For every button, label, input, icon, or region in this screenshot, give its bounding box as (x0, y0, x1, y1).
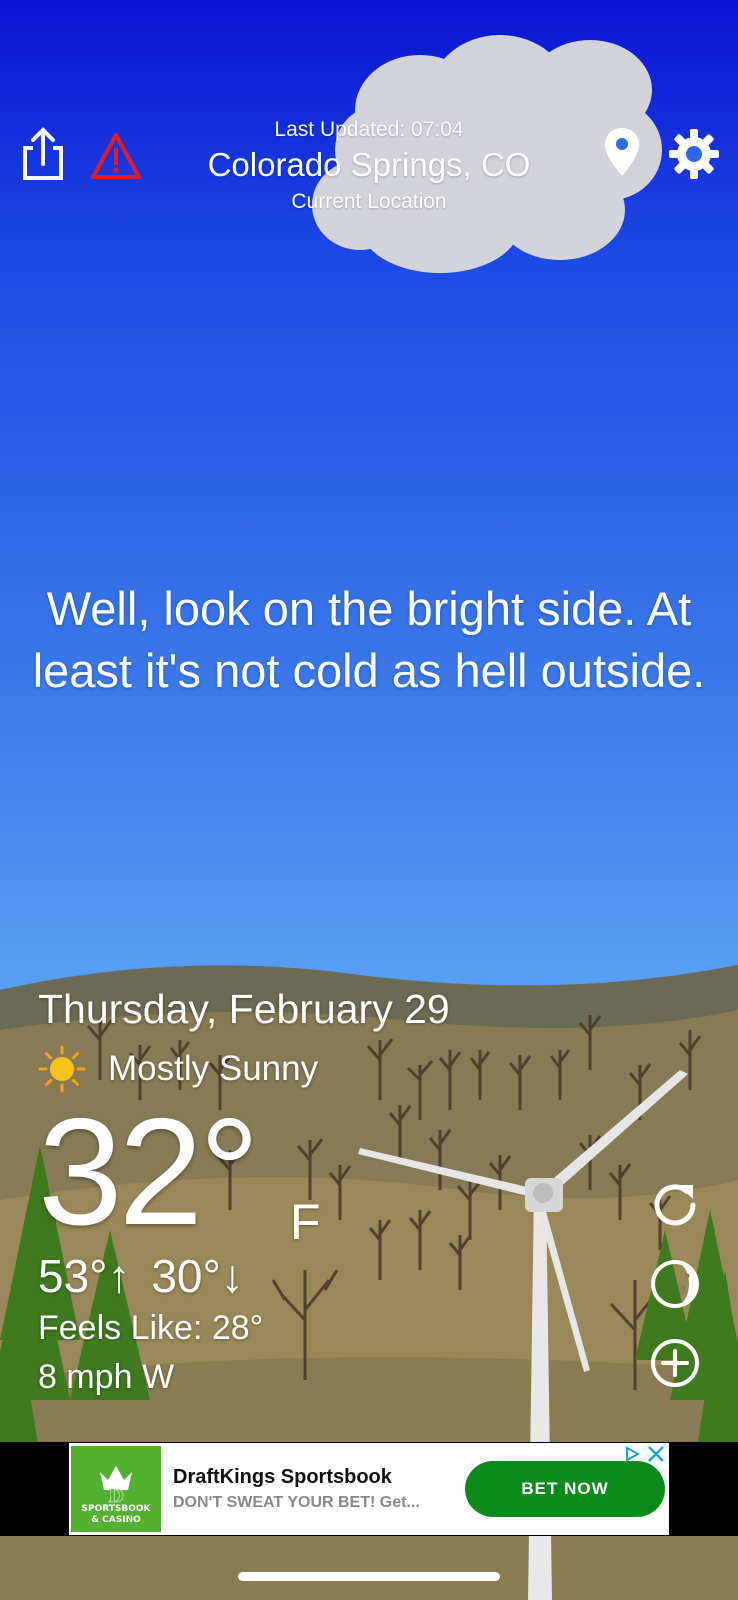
plus-circle-icon (651, 1339, 699, 1387)
settings-button[interactable] (666, 126, 722, 182)
high-temperature: 53°↑ (38, 1250, 131, 1302)
temperature-unit: F (290, 1194, 321, 1250)
ad-banner[interactable]: D SPORTSBOOK & CASINO DraftKings Sportsb… (69, 1443, 669, 1535)
moon-phase-button[interactable] (648, 1257, 702, 1311)
refresh-button[interactable] (648, 1178, 702, 1232)
refresh-icon (654, 1184, 696, 1226)
alert-button[interactable] (88, 128, 144, 184)
weather-quote: Well, look on the bright side. At least … (32, 582, 706, 697)
ad-description: DON'T SWEAT YOUR BET! Get... (173, 1494, 420, 1511)
ad-title: DraftKings Sportsbook (173, 1466, 392, 1488)
draftkings-crown-icon: D (100, 1466, 132, 1504)
low-temperature: 30°↓ (151, 1250, 244, 1302)
temperature-block: 32° F (38, 1087, 518, 1257)
moon-phase-icon (651, 1260, 699, 1308)
share-button[interactable] (15, 126, 71, 182)
weather-summary: Thursday, February 29 Mostly Sunny 32° F… (38, 986, 518, 1397)
ad-logo-line1: SPORTSBOOK (81, 1504, 151, 1514)
condition-text: Mostly Sunny (108, 1049, 319, 1088)
date-label: Thursday, February 29 (38, 986, 450, 1032)
ad-logo-text: SPORTSBOOK & CASINO (81, 1504, 150, 1526)
map-pin-icon (605, 128, 639, 176)
feels-like-label: Feels Like: 28° (38, 1309, 264, 1347)
ad-logo: D SPORTSBOOK & CASINO (71, 1446, 161, 1532)
svg-text:D: D (108, 1486, 124, 1504)
current-temperature: 32° (38, 1087, 260, 1257)
high-low-row: 53°↑ 30°↓ (38, 1249, 518, 1303)
ad-cta-button[interactable]: BET NOW (465, 1461, 665, 1517)
city-name: Colorado Springs, CO (207, 146, 531, 183)
ad-logo-line2: & CASINO (91, 1515, 141, 1525)
wind-label: 8 mph W (38, 1358, 175, 1396)
sun-icon (38, 1045, 86, 1093)
last-updated-label: Last Updated: 07:04 (274, 118, 464, 141)
warning-triangle-icon (91, 133, 141, 179)
location-button[interactable] (594, 124, 650, 180)
top-bar: Last Updated: 07:04 Colorado Springs, CO… (0, 118, 738, 228)
ad-close-icon[interactable] (645, 1443, 667, 1465)
ad-choices-icon[interactable] (623, 1445, 641, 1463)
share-icon (23, 127, 63, 180)
ad-text: DraftKings Sportsbook DON'T SWEAT YOUR B… (173, 1466, 455, 1512)
current-location-label: Current Location (291, 190, 447, 213)
add-location-button[interactable] (648, 1336, 702, 1390)
gear-icon (669, 129, 719, 179)
home-indicator[interactable] (238, 1572, 500, 1581)
condition-row: Mostly Sunny (38, 1045, 518, 1093)
location-header[interactable]: Last Updated: 07:04 Colorado Springs, CO… (160, 118, 578, 214)
